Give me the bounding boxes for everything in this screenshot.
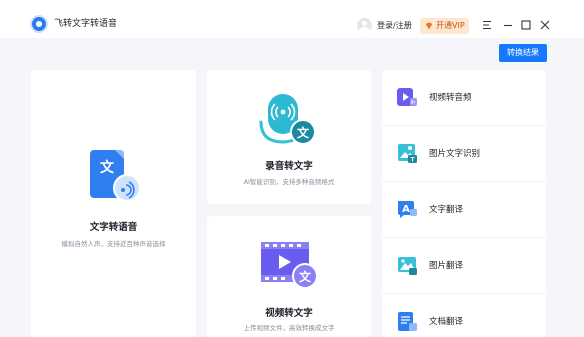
title-bar: 飞转文字转语音 登录/注册 开通VIP (0, 0, 584, 38)
tool-label: 图片文字识别 (429, 149, 481, 159)
svg-text:文: 文 (299, 269, 312, 284)
tool-label: 文字翻译 (429, 205, 464, 215)
image-translate-icon (398, 257, 417, 275)
video-text-icon: 文 (261, 242, 318, 289)
tts-title: 文字转语音 (89, 222, 138, 233)
tts-desc: 模拟自然人声，支持近百种声音选择 (61, 240, 166, 248)
maximize-icon[interactable] (520, 19, 532, 31)
tts-card[interactable]: 文 文字转语音 模拟自然人声，支持近百种声音选择 (31, 70, 196, 337)
tool-item-document-translate[interactable]: 文档翻译 (382, 294, 546, 337)
tool-label: 视频转音频 (429, 93, 472, 103)
video-desc: 上传视频文件，高效转换成文字 (243, 324, 335, 332)
minimize-icon[interactable] (502, 19, 514, 31)
tool-label: 图片翻译 (429, 261, 464, 271)
recording-card[interactable]: 文 录音转文字 AI智能识别，支持多种音频格式 (207, 70, 371, 204)
tool-item-image-ocr[interactable]: T 图片文字识别 (382, 126, 546, 182)
tool-item-video-audio[interactable]: 视频转音频 (382, 70, 546, 126)
svg-text:文: 文 (100, 159, 115, 176)
app-logo-icon (32, 17, 46, 31)
login-button[interactable]: 登录/注册 (377, 19, 412, 33)
tool-item-text-translate[interactable]: A 文字翻译 (382, 182, 546, 238)
vip-label: 开通VIP (436, 21, 465, 30)
recording-title: 录音转文字 (265, 161, 313, 172)
video-title: 视频转文字 (265, 308, 313, 319)
menu-icon[interactable] (481, 19, 493, 31)
app-title: 飞转文字转语音 (54, 19, 118, 29)
diamond-icon (425, 22, 433, 30)
microphone-text-icon: 文 (259, 94, 316, 145)
tool-item-image-translate[interactable]: 图片翻译 (382, 238, 546, 294)
image-ocr-icon: T (398, 144, 417, 164)
tool-label: 文档翻译 (429, 317, 464, 327)
document-translate-icon (398, 312, 417, 331)
text-translate-icon: A (398, 201, 417, 218)
document-voice-icon: 文 (90, 150, 141, 202)
svg-text:文: 文 (297, 125, 310, 140)
avatar[interactable] (357, 18, 372, 33)
recording-desc: AI智能识别，支持多种音频格式 (243, 178, 335, 186)
svg-text:A: A (402, 204, 410, 215)
vip-button[interactable]: 开通VIP (420, 18, 469, 34)
video-audio-icon (397, 88, 417, 106)
video-card[interactable]: 文 视频转文字 上传视频文件，高效转换成文字 (207, 216, 371, 337)
close-icon[interactable] (539, 19, 551, 31)
tools-list: 视频转音频 T 图片文字识别 A 文字翻译 图片翻译 文档翻译 (382, 70, 546, 337)
convert-result-button[interactable]: 转换结果 (499, 44, 547, 62)
